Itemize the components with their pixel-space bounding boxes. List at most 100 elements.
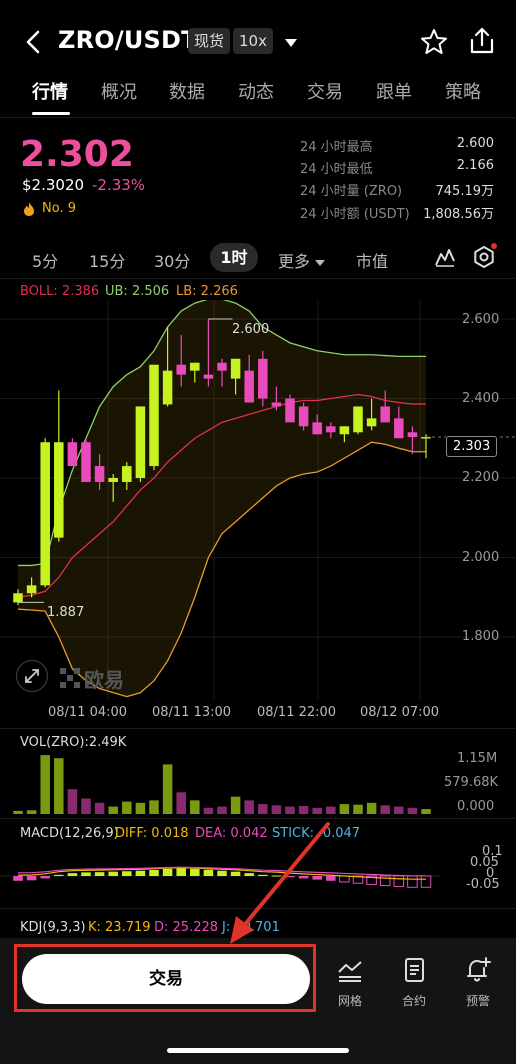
volume-axis-label: 579.68K bbox=[444, 775, 499, 790]
pair-dropdown-icon[interactable] bbox=[283, 34, 299, 53]
candle-body bbox=[26, 585, 37, 594]
macd-bar bbox=[407, 875, 418, 888]
time-axis-label: 08/11 22:00 bbox=[257, 705, 337, 720]
volume-bar bbox=[394, 806, 404, 814]
candle-body bbox=[162, 370, 173, 405]
volume-bar bbox=[26, 810, 37, 814]
candle-body bbox=[122, 466, 132, 482]
grid-bot-button[interactable]: 网格 bbox=[328, 956, 372, 1012]
timeframe-30m[interactable]: 30分 bbox=[154, 248, 190, 272]
candle-body bbox=[40, 442, 50, 586]
share-icon[interactable] bbox=[468, 26, 496, 60]
market-cap-button[interactable]: 市值 bbox=[356, 248, 388, 272]
kdj-d: D: 25.228 bbox=[154, 920, 219, 935]
star-icon[interactable] bbox=[420, 28, 448, 60]
fullscreen-icon[interactable] bbox=[16, 660, 48, 692]
low-annotation: 1.887 bbox=[47, 605, 85, 620]
time-axis-label: 08/11 13:00 bbox=[152, 705, 232, 720]
contract-button[interactable]: 合约 bbox=[392, 956, 436, 1012]
okx-logo-icon bbox=[60, 668, 80, 692]
tab-market[interactable]: 行情 bbox=[32, 78, 68, 104]
candle-body bbox=[394, 418, 404, 439]
divider bbox=[0, 117, 516, 118]
stat-value: 1,808.56万 bbox=[423, 207, 494, 222]
change-percent: -2.33% bbox=[92, 176, 146, 194]
volume-bar bbox=[258, 804, 268, 814]
candle-body bbox=[285, 398, 295, 423]
rank-badge[interactable]: No. 9 bbox=[42, 201, 76, 216]
volume-bar bbox=[162, 764, 173, 814]
boll-lb-label: LB: 2.266 bbox=[176, 284, 238, 299]
time-axis-label: 08/12 07:00 bbox=[360, 705, 440, 720]
volume-bar bbox=[312, 807, 322, 814]
timeframe-more[interactable]: 更多 bbox=[278, 248, 310, 272]
volume-axis-label: 1.15M bbox=[457, 751, 498, 766]
candle-body bbox=[312, 422, 322, 435]
kdj-label: KDJ(9,3,3) bbox=[20, 920, 86, 935]
candle-body bbox=[366, 418, 377, 427]
tab-trade[interactable]: 交易 bbox=[307, 78, 343, 104]
tab-copy-trading[interactable]: 跟单 bbox=[376, 78, 412, 104]
timeframe-1h[interactable]: 1时 bbox=[210, 243, 258, 272]
divider bbox=[0, 728, 516, 729]
volume-bar bbox=[366, 802, 377, 814]
macd-bar bbox=[94, 872, 105, 876]
grid-icon bbox=[336, 956, 364, 988]
candle-body bbox=[380, 406, 390, 423]
macd-bar bbox=[40, 876, 50, 879]
kdj-k: K: 23.719 bbox=[88, 920, 151, 935]
contract-label: 合约 bbox=[401, 994, 426, 1008]
volume-bar bbox=[81, 798, 91, 814]
macd-axis-label: -0.05 bbox=[466, 877, 500, 892]
candle-body bbox=[203, 374, 214, 379]
boll-ub-label: UB: 2.506 bbox=[105, 284, 170, 299]
volume-bar bbox=[67, 789, 78, 814]
volume-bar bbox=[108, 806, 118, 814]
contract-icon bbox=[400, 956, 428, 988]
stat-value: 2.600 bbox=[456, 136, 494, 151]
last-price: 2.302 bbox=[20, 134, 134, 175]
candle-body bbox=[67, 442, 78, 467]
watermark: 欧易 bbox=[84, 668, 124, 692]
price-axis-label: 2.600 bbox=[462, 312, 500, 327]
indicator-icon[interactable] bbox=[434, 246, 456, 272]
back-icon[interactable] bbox=[22, 28, 46, 56]
candle-body bbox=[258, 358, 268, 399]
candlestick-chart[interactable] bbox=[0, 300, 516, 720]
price-axis-label: 2.000 bbox=[462, 550, 500, 565]
boll-mid-label: BOLL: 2.386 bbox=[20, 284, 100, 299]
macd-bar bbox=[420, 875, 432, 888]
price-axis-label: 2.400 bbox=[462, 391, 500, 406]
candle-body bbox=[339, 426, 350, 435]
usd-price: $2.3020 bbox=[22, 176, 85, 194]
tab-data[interactable]: 数据 bbox=[169, 78, 205, 104]
price-axis-label: 2.200 bbox=[462, 470, 500, 485]
tab-strategy[interactable]: 策略 bbox=[445, 78, 481, 104]
macd-bar bbox=[108, 871, 118, 876]
candle-body bbox=[407, 432, 418, 438]
timeframe-15m[interactable]: 15分 bbox=[89, 248, 125, 272]
volume-bar bbox=[244, 800, 254, 814]
highlight-box bbox=[14, 944, 316, 1012]
volume-bar bbox=[230, 796, 241, 814]
volume-bar bbox=[407, 807, 418, 814]
macd-bar bbox=[149, 870, 159, 876]
candle-body bbox=[54, 442, 64, 538]
more-dropdown-icon[interactable] bbox=[314, 253, 326, 272]
timeframe-5m[interactable]: 5分 bbox=[32, 248, 58, 272]
volume-bar bbox=[326, 806, 336, 814]
pair-title[interactable]: ZRO/USDT bbox=[58, 26, 198, 54]
volume-bar bbox=[149, 800, 159, 814]
tab-overview[interactable]: 概况 bbox=[101, 78, 137, 104]
price-alert-button[interactable]: 预警 bbox=[456, 956, 500, 1012]
volume-bar bbox=[421, 809, 431, 814]
macd-bar bbox=[339, 875, 350, 883]
tab-feed[interactable]: 动态 bbox=[238, 78, 274, 104]
macd-diff: DIFF: 0.018 bbox=[115, 826, 189, 841]
settings-icon[interactable] bbox=[472, 245, 496, 273]
macd-bar bbox=[393, 875, 405, 888]
annotation-arrow bbox=[230, 822, 330, 944]
macd-bar bbox=[135, 870, 146, 876]
candle-body bbox=[217, 362, 227, 371]
volume-bar bbox=[122, 801, 132, 814]
